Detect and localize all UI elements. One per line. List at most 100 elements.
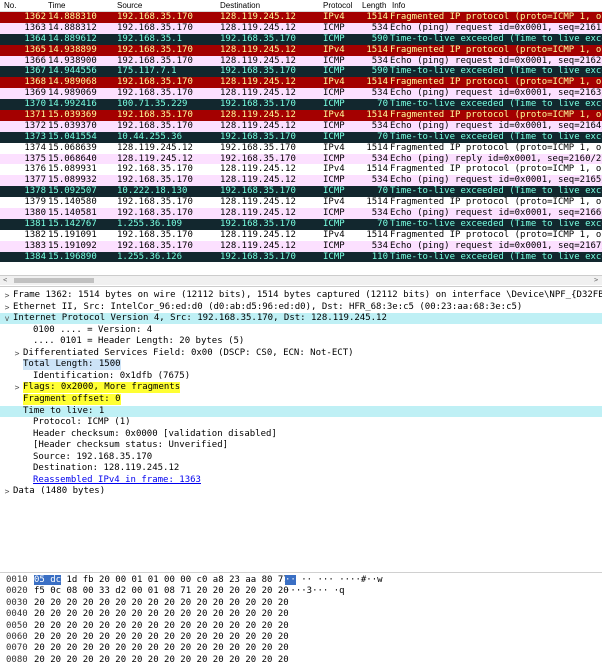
- detail-text[interactable]: Reassembled IPv4 in frame: 1363: [33, 475, 201, 486]
- expand-arrow-icon[interactable]: >: [3, 486, 11, 496]
- packet-time: 15.191091: [48, 229, 97, 240]
- expand-arrow-icon[interactable]: >: [13, 382, 21, 393]
- detail-line[interactable]: Source: 192.168.35.170: [0, 452, 602, 463]
- packet-time: 14.938899: [48, 44, 97, 55]
- packet-destination: 192.168.35.170: [220, 186, 296, 197]
- packet-row[interactable]: 1368 14.989068 192.168.35.170 128.119.245.1…: [0, 77, 602, 89]
- ascii-dump[interactable]: ·· ·· ··· ····#··w: [285, 575, 383, 586]
- hex-values[interactable]: 20 20 20 20 20 20 20 20 20 20 20 20 20 2…: [34, 609, 289, 619]
- hex-bytes[interactable]: 20 20 20 20 20 20 20 20 20 20 20 20 20 2…: [34, 621, 289, 632]
- packet-protocol: ICMP: [323, 66, 345, 77]
- expand-arrow-icon[interactable]: >: [3, 290, 11, 301]
- packet-row[interactable]: 1381 15.142767 1.255.36.109 192.168.35.170 I…: [0, 218, 602, 230]
- expand-arrow-icon[interactable]: >: [13, 348, 21, 359]
- column-header-length[interactable]: Length: [362, 1, 386, 10]
- packet-row[interactable]: 1374 15.068639 128.119.245.12 192.168.35.17…: [0, 142, 602, 154]
- packet-row[interactable]: 1370 14.992416 100.71.35.229 192.168.35.170…: [0, 99, 602, 111]
- selected-hex-bytes[interactable]: 05 dc: [34, 575, 62, 585]
- detail-line[interactable]: .... 0101 = Header Length: 20 bytes (5): [0, 336, 602, 347]
- detail-line[interactable]: 0100 .... = Version: 4: [0, 325, 602, 336]
- packet-row[interactable]: 1372 15.039370 192.168.35.170 128.119.245.1…: [0, 120, 602, 132]
- detail-line[interactable]: v Internet Protocol Version 4, Src: 192.1…: [0, 313, 602, 325]
- hex-bytes[interactable]: 05 dc 1d fb 20 00 01 01 00 00 c0 a8 23 a…: [34, 575, 289, 586]
- detail-line[interactable]: > Ethernet II, Src: IntelCor_96:ed:d0 (d0…: [0, 302, 602, 313]
- column-header-protocol[interactable]: Protocol: [323, 1, 352, 10]
- packet-time: 15.068640: [48, 153, 97, 164]
- column-header-time[interactable]: Time: [48, 1, 65, 10]
- packet-row[interactable]: 1379 15.140580 192.168.35.170 128.119.245.1…: [0, 197, 602, 209]
- packet-row[interactable]: 1376 15.089931 192.168.35.170 128.119.245.1…: [0, 164, 602, 176]
- packet-protocol: IPv4: [323, 110, 345, 121]
- detail-line[interactable]: Time to live: 1: [0, 405, 602, 417]
- hex-values[interactable]: 20 20 20 20 20 20 20 20 20 20 20 20 20 2…: [34, 632, 289, 642]
- detail-line[interactable]: Protocol: ICMP (1): [0, 417, 602, 428]
- packet-row[interactable]: 1366 14.938900 192.168.35.170 128.119.245.1…: [0, 55, 602, 67]
- ascii-values[interactable]: ····3··· ·q: [285, 586, 345, 596]
- packet-source: 192.168.35.1: [117, 33, 183, 44]
- packet-row[interactable]: 1382 15.191091 192.168.35.170 128.119.245.1…: [0, 229, 602, 241]
- packet-row[interactable]: 1364 14.889612 192.168.35.1 192.168.35.170 I…: [0, 33, 602, 45]
- hex-bytes[interactable]: 20 20 20 20 20 20 20 20 20 20 20 20 20 2…: [34, 598, 289, 609]
- packet-row[interactable]: 1384 15.196890 1.255.36.126 192.168.35.170 I…: [0, 251, 602, 263]
- packet-row[interactable]: 1365 14.938899 192.168.35.170 128.119.245.1…: [0, 44, 602, 56]
- detail-line[interactable]: > Flags: 0x2000, More fragments: [0, 382, 602, 394]
- detail-line[interactable]: Reassembled IPv4 in frame: 1363: [0, 475, 602, 486]
- column-header-info[interactable]: Info: [392, 1, 405, 10]
- packet-row[interactable]: 1367 14.944556 175.117.7.1 192.168.35.170 IC…: [0, 66, 602, 78]
- hex-bytes[interactable]: 20 20 20 20 20 20 20 20 20 20 20 20 20 2…: [34, 643, 289, 654]
- hex-bytes[interactable]: f5 0c 08 00 33 d2 00 01 08 71 20 20 20 2…: [34, 586, 289, 597]
- packet-row[interactable]: 1377 15.089932 192.168.35.170 128.119.245.1…: [0, 175, 602, 187]
- column-header-source[interactable]: Source: [117, 1, 142, 10]
- packet-protocol: ICMP: [323, 22, 345, 33]
- collapse-arrow-icon[interactable]: v: [3, 313, 11, 324]
- packet-protocol: IPv4: [323, 164, 345, 175]
- detail-line[interactable]: Total Length: 1500: [0, 359, 602, 371]
- packet-row[interactable]: 1362 14.888310 192.168.35.170 128.119.245.1…: [0, 12, 602, 23]
- packet-no: 1380: [24, 208, 46, 219]
- scroll-left-arrow[interactable]: <: [3, 276, 7, 285]
- expand-arrow-icon[interactable]: >: [3, 302, 11, 313]
- packet-row[interactable]: 1363 14.888312 192.168.35.170 128.119.245.1…: [0, 22, 602, 34]
- hex-values[interactable]: 20 20 20 20 20 20 20 20 20 20 20 20 20 2…: [34, 643, 289, 653]
- hex-bytes[interactable]: 20 20 20 20 20 20 20 20 20 20 20 20 20 2…: [34, 632, 289, 643]
- detail-text: Differentiated Services Field: 0x00 (DSC…: [23, 347, 354, 358]
- detail-line[interactable]: > Differentiated Services Field: 0x00 (DS…: [0, 348, 602, 359]
- hex-values[interactable]: f5 0c 08 00 33 d2 00 01 08 71 20 20 20 2…: [34, 586, 289, 596]
- hex-values[interactable]: 1d fb 20 00 01 01 00 00 c0 a8 23 aa 80 7…: [61, 575, 289, 585]
- packet-row[interactable]: 1371 15.039369 192.168.35.170 128.119.245.1…: [0, 110, 602, 121]
- packet-row[interactable]: 1378 15.092507 10.222.18.130 192.168.35.170…: [0, 186, 602, 198]
- column-header-destination[interactable]: Destination: [220, 1, 260, 10]
- packet-no: 1364: [24, 33, 46, 44]
- hex-bytes[interactable]: 20 20 20 20 20 20 20 20 20 20 20 20 20 2…: [34, 655, 289, 666]
- packet-list-horizontal-scrollbar[interactable]: < >: [0, 275, 602, 285]
- selected-ascii[interactable]: ··: [285, 575, 296, 585]
- pane-divider[interactable]: [0, 572, 602, 573]
- packet-row[interactable]: 1375 15.068640 128.119.245.12 192.168.35.17…: [0, 153, 602, 165]
- hex-bytes[interactable]: 20 20 20 20 20 20 20 20 20 20 20 20 20 2…: [34, 609, 289, 620]
- packet-row[interactable]: 1383 15.191092 192.168.35.170 128.119.245.1…: [0, 240, 602, 252]
- detail-line[interactable]: [Header checksum status: Unverified]: [0, 440, 602, 451]
- hex-values[interactable]: 20 20 20 20 20 20 20 20 20 20 20 20 20 2…: [34, 621, 289, 631]
- packet-destination: 192.168.35.170: [220, 142, 296, 153]
- scrollbar-thumb[interactable]: [14, 278, 94, 283]
- packet-row[interactable]: 1373 15.041554 10.44.255.36 192.168.35.170 I…: [0, 131, 602, 143]
- scroll-right-arrow[interactable]: >: [594, 276, 598, 285]
- detail-line[interactable]: Fragment offset: 0: [0, 393, 602, 405]
- packet-time: 15.140581: [48, 208, 97, 219]
- hex-values[interactable]: 20 20 20 20 20 20 20 20 20 20 20 20 20 2…: [34, 598, 289, 608]
- packet-protocol: ICMP: [323, 186, 345, 197]
- detail-line[interactable]: > Frame 1362: 1514 bytes on wire (12112 b…: [0, 290, 602, 301]
- packet-row[interactable]: 1369 14.989069 192.168.35.170 128.119.245.1…: [0, 88, 602, 100]
- column-header-no[interactable]: No.: [4, 1, 16, 10]
- hex-values[interactable]: 20 20 20 20 20 20 20 20 20 20 20 20 20 2…: [34, 655, 289, 665]
- ascii-dump[interactable]: ····3··· ·q: [285, 586, 345, 597]
- packet-info: Echo (ping) request id=0x0001, seq=2162/…: [390, 55, 602, 66]
- detail-line[interactable]: Header checksum: 0x0000 [validation disa…: [0, 429, 602, 440]
- detail-line[interactable]: > Data (1480 bytes): [0, 486, 602, 496]
- detail-line[interactable]: Destination: 128.119.245.12: [0, 463, 602, 474]
- detail-line[interactable]: Identification: 0x1dfb (7675): [0, 371, 602, 382]
- packet-row[interactable]: 1380 15.140581 192.168.35.170 128.119.245.1…: [0, 208, 602, 219]
- packet-length: 534: [371, 120, 388, 131]
- packet-time: 15.039369: [48, 110, 97, 121]
- ascii-values[interactable]: ·· ··· ····#··w: [296, 575, 382, 585]
